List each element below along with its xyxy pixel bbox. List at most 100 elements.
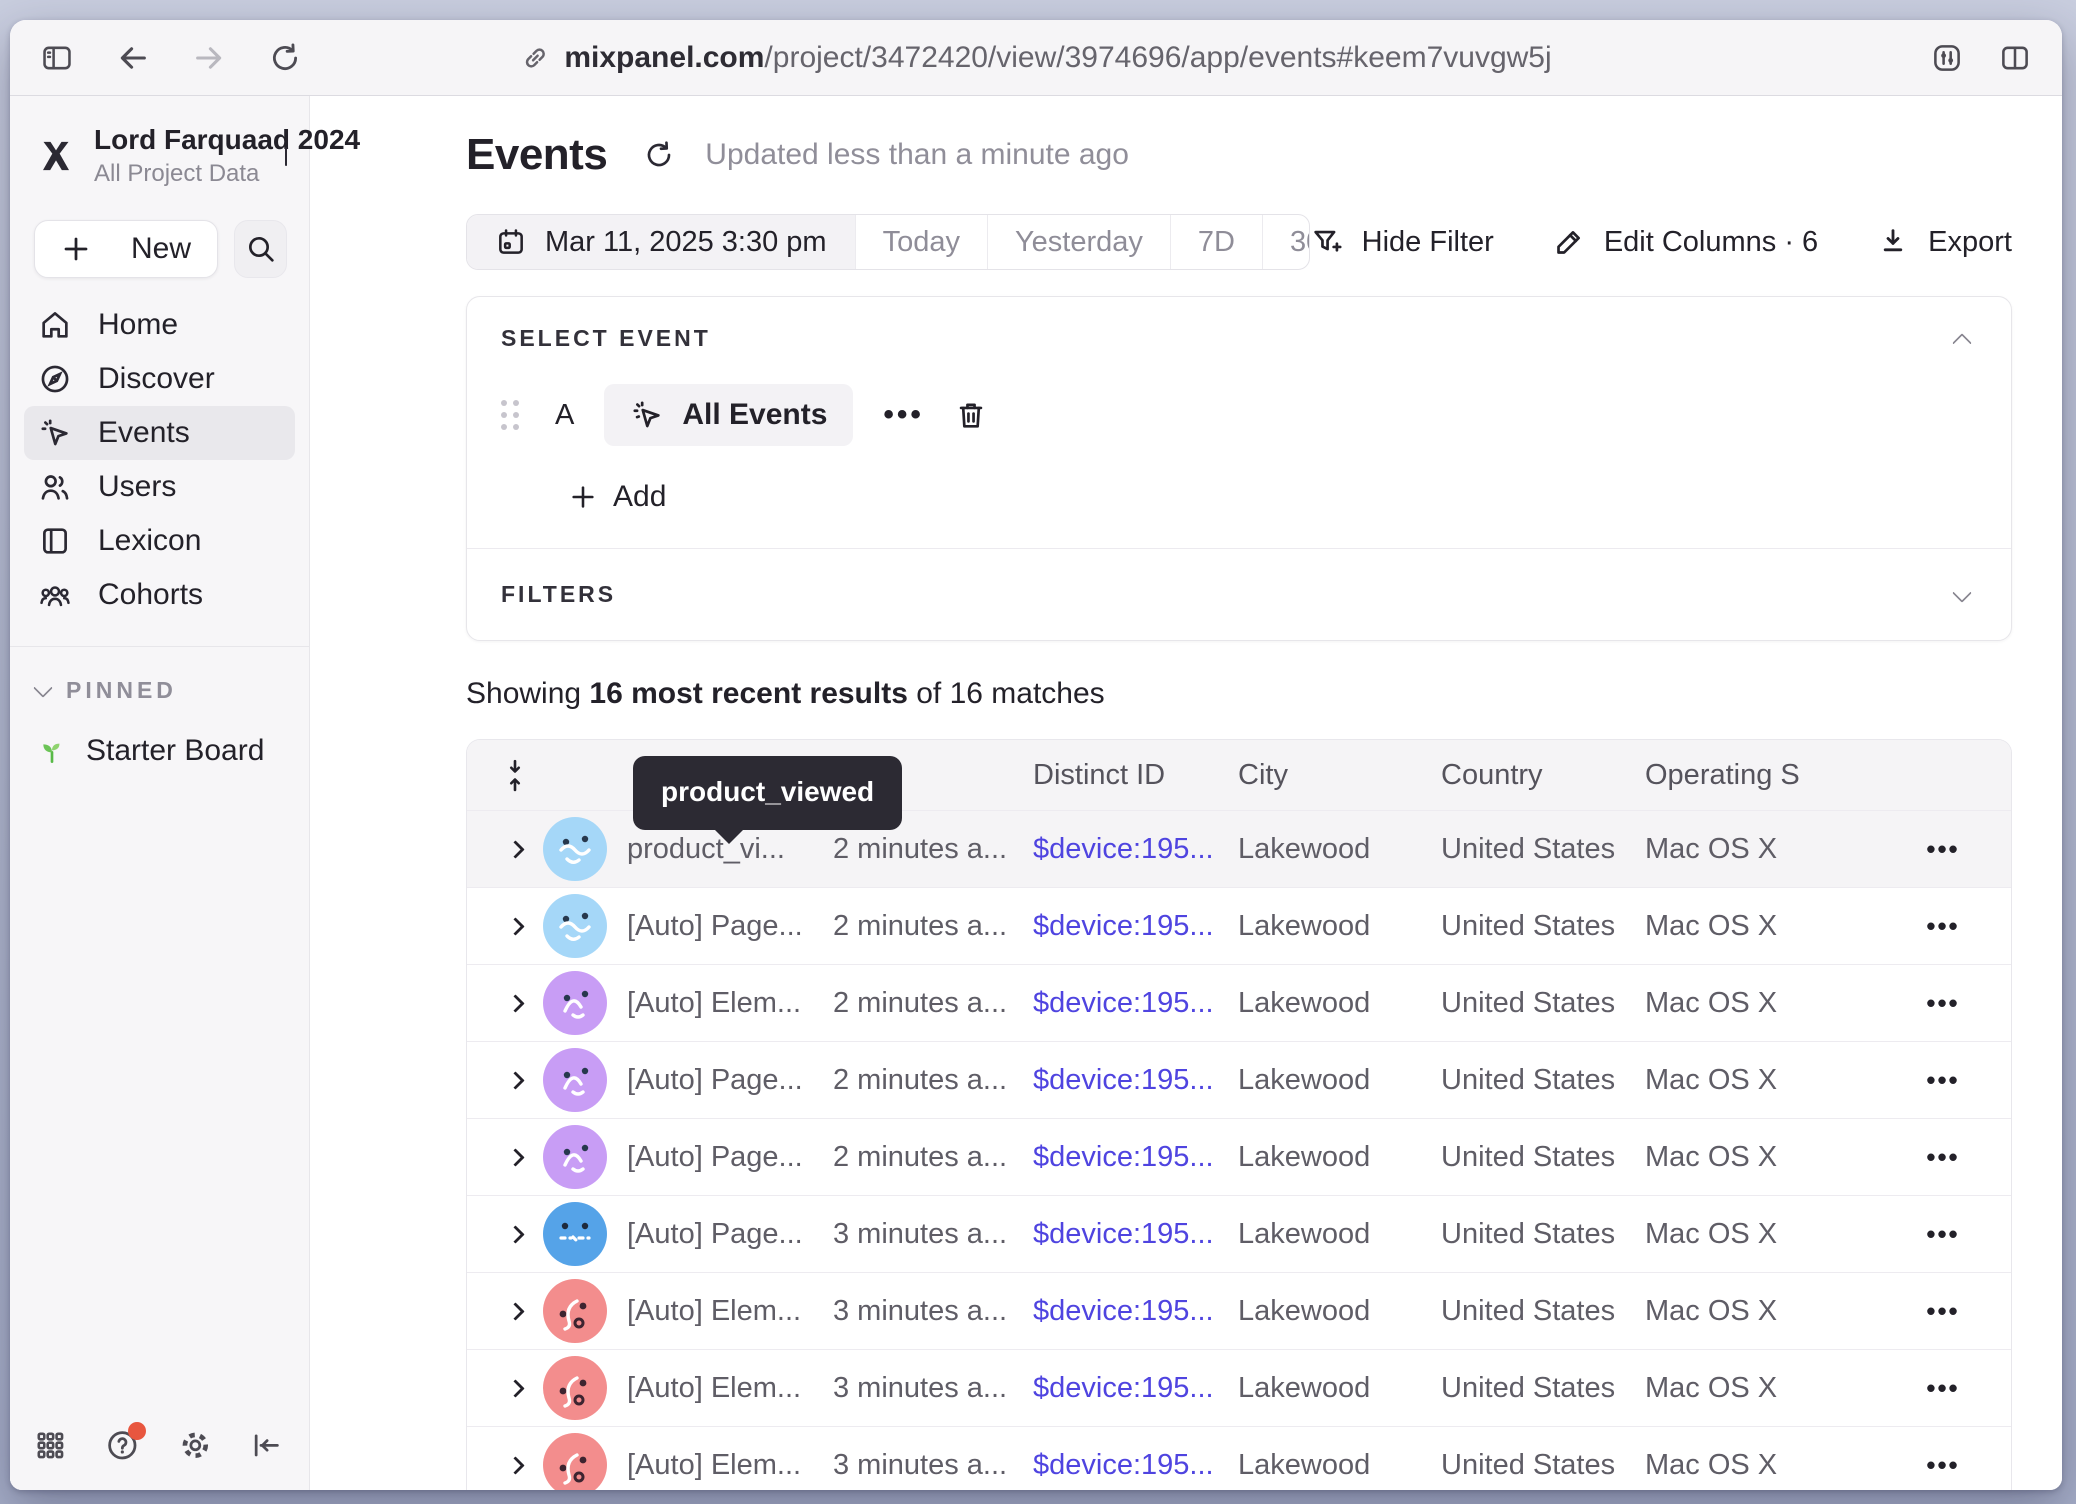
row-menu-icon[interactable]: ••• — [1875, 1373, 2011, 1404]
row-menu-icon[interactable]: ••• — [1875, 1065, 2011, 1096]
url-path: /project/3472420/view/3974696/app/events… — [764, 41, 1551, 74]
preset-today[interactable]: Today — [855, 215, 987, 269]
split-view-icon[interactable] — [1998, 41, 2032, 75]
distinct-id-link[interactable]: $device:195... — [1033, 910, 1238, 943]
delete-event-icon[interactable] — [954, 398, 988, 432]
sidebar-toggle-icon[interactable] — [40, 41, 74, 75]
select-event-label: SELECT EVENT — [501, 325, 711, 352]
row-menu-icon[interactable]: ••• — [1875, 1450, 2011, 1481]
event-options-icon[interactable]: ••• — [883, 398, 924, 432]
refresh-icon[interactable] — [643, 139, 675, 171]
expand-row-icon[interactable] — [487, 997, 543, 1010]
sidebar-item-users[interactable]: Users — [24, 460, 295, 514]
table-row[interactable]: [Auto] Page... 2 minutes a... $device:19… — [467, 1118, 2011, 1195]
event-avatar — [543, 1048, 607, 1112]
expand-row-icon[interactable] — [487, 1305, 543, 1318]
collapse-section-icon[interactable] — [1952, 333, 1972, 353]
sidebar-item-starter-board[interactable]: Starter Board — [36, 734, 283, 768]
os-cell: Mac OS X — [1645, 1449, 1875, 1482]
col-city[interactable]: City — [1238, 759, 1441, 792]
page-settings-icon[interactable] — [1930, 41, 1964, 75]
event-row-letter: A — [555, 399, 574, 432]
pinned-section-toggle[interactable]: PINNED — [36, 677, 283, 704]
filters-section-toggle[interactable]: FILTERS — [501, 581, 1977, 608]
add-event-button[interactable]: Add — [569, 480, 1977, 514]
sidebar-nav: Home Discover Events Users Lexicon — [24, 298, 295, 622]
plus-icon — [61, 234, 91, 264]
expand-row-icon[interactable] — [487, 1382, 543, 1395]
expand-row-icon[interactable] — [487, 1074, 543, 1087]
settings-gear-icon[interactable] — [178, 1428, 213, 1466]
event-name: [Auto] Elem... — [627, 987, 833, 1020]
os-cell: Mac OS X — [1645, 987, 1875, 1020]
collapse-sidebar-icon[interactable] — [250, 1429, 283, 1465]
drag-handle[interactable] — [501, 400, 519, 430]
expand-row-icon[interactable] — [487, 1228, 543, 1241]
col-country[interactable]: Country — [1441, 759, 1645, 792]
sidebar-item-home[interactable]: Home — [24, 298, 295, 352]
back-icon[interactable] — [116, 41, 150, 75]
sidebar-item-events[interactable]: Events — [24, 406, 295, 460]
project-subtitle: All Project Data — [94, 160, 267, 188]
preset-yesterday[interactable]: Yesterday — [987, 215, 1170, 269]
distinct-id-link[interactable]: $device:195... — [1033, 1141, 1238, 1174]
col-distinct-id[interactable]: Distinct ID — [1033, 759, 1238, 792]
distinct-id-link[interactable]: $device:195... — [1033, 1064, 1238, 1097]
expand-row-icon[interactable] — [487, 1459, 543, 1472]
city-cell: Lakewood — [1238, 833, 1441, 866]
row-menu-icon[interactable]: ••• — [1875, 988, 2011, 1019]
table-row[interactable]: [Auto] Elem... 3 minutes a... $device:19… — [467, 1272, 2011, 1349]
date-picker[interactable]: Mar 11, 2025 3:30 pm — [467, 215, 855, 269]
distinct-id-link[interactable]: $device:195... — [1033, 1372, 1238, 1405]
row-menu-icon[interactable]: ••• — [1875, 834, 2011, 865]
row-menu-icon[interactable]: ••• — [1875, 1296, 2011, 1327]
sort-time-icon[interactable] — [500, 758, 530, 792]
help-button[interactable] — [105, 1428, 140, 1466]
city-cell: Lakewood — [1238, 987, 1441, 1020]
distinct-id-link[interactable]: $device:195... — [1033, 1218, 1238, 1251]
sidebar-item-discover[interactable]: Discover — [24, 352, 295, 406]
table-row[interactable]: [Auto] Elem... 2 minutes a... $device:19… — [467, 964, 2011, 1041]
distinct-id-link[interactable]: $device:195... — [1033, 833, 1238, 866]
expand-row-icon[interactable] — [487, 843, 543, 856]
filters-label: FILTERS — [501, 581, 616, 608]
event-time: 3 minutes a... — [833, 1372, 1033, 1405]
table-row[interactable]: [Auto] Page... 2 minutes a... $device:19… — [467, 887, 2011, 964]
address-bar[interactable]: mixpanel.com/project/3472420/view/397469… — [520, 41, 1551, 75]
reload-icon[interactable] — [268, 41, 302, 75]
new-button[interactable]: New — [34, 220, 218, 278]
sidebar-item-label: Home — [98, 308, 178, 342]
event-avatar — [543, 971, 607, 1035]
row-menu-icon[interactable]: ••• — [1875, 1219, 2011, 1250]
export-button[interactable]: Export — [1876, 225, 2012, 259]
table-row[interactable]: [Auto] Elem... 3 minutes a... $device:19… — [467, 1349, 2011, 1426]
event-pill[interactable]: All Events — [604, 384, 853, 446]
row-menu-icon[interactable]: ••• — [1875, 1142, 2011, 1173]
project-selector[interactable]: Lord Farquaad 2024 All Project Data — [10, 96, 309, 194]
table-row[interactable]: [Auto] Page... 2 minutes a... $device:19… — [467, 1041, 2011, 1118]
expand-row-icon[interactable] — [487, 1151, 543, 1164]
apps-grid-icon[interactable] — [34, 1429, 67, 1465]
event-time: 3 minutes a... — [833, 1218, 1033, 1251]
search-button[interactable] — [234, 220, 287, 278]
sidebar-item-lexicon[interactable]: Lexicon — [24, 514, 295, 568]
lexicon-book-icon — [38, 524, 72, 558]
distinct-id-link[interactable]: $device:195... — [1033, 1295, 1238, 1328]
users-icon — [38, 470, 72, 504]
col-operating-system[interactable]: Operating S — [1645, 759, 1875, 792]
distinct-id-link[interactable]: $device:195... — [1033, 1449, 1238, 1482]
chevron-down-icon — [33, 678, 53, 698]
sidebar-item-cohorts[interactable]: Cohorts — [24, 568, 295, 622]
distinct-id-link[interactable]: $device:195... — [1033, 987, 1238, 1020]
table-row[interactable]: [Auto] Page... 3 minutes a... $device:19… — [467, 1195, 2011, 1272]
forward-icon[interactable] — [192, 41, 226, 75]
hide-filter-button[interactable]: Hide Filter — [1310, 225, 1494, 259]
city-cell: Lakewood — [1238, 1064, 1441, 1097]
table-row[interactable]: [Auto] Elem... 3 minutes a... $device:19… — [467, 1426, 2011, 1490]
expand-row-icon[interactable] — [487, 920, 543, 933]
edit-columns-button[interactable]: Edit Columns · 6 — [1552, 225, 1818, 259]
preset-30d[interactable]: 30D — [1262, 215, 1310, 269]
city-cell: Lakewood — [1238, 1295, 1441, 1328]
preset-7d[interactable]: 7D — [1170, 215, 1262, 269]
row-menu-icon[interactable]: ••• — [1875, 911, 2011, 942]
